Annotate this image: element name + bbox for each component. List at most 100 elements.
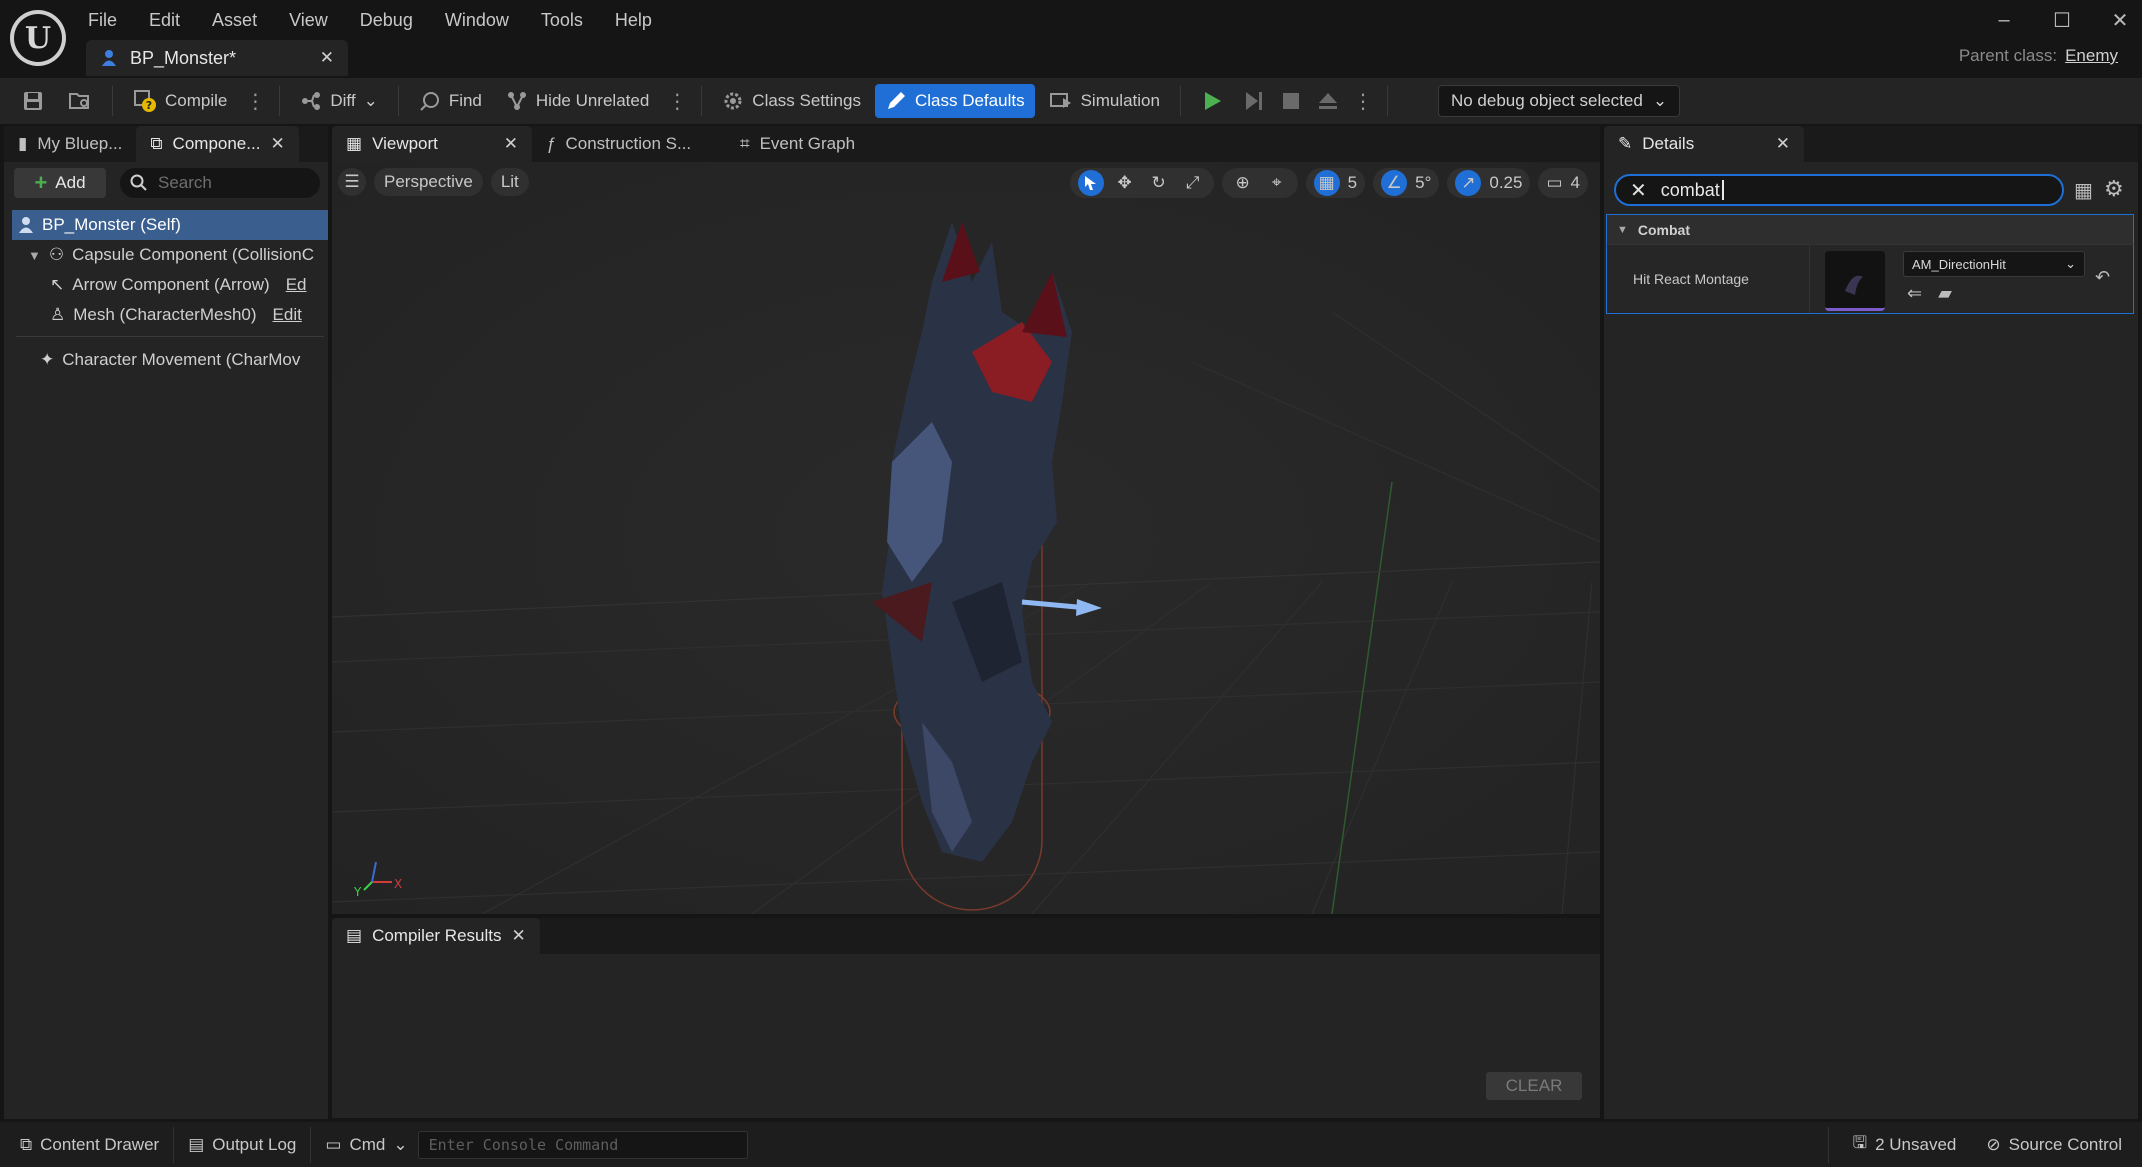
- compiler-close-icon[interactable]: ✕: [512, 926, 526, 946]
- menu-edit[interactable]: Edit: [133, 6, 196, 34]
- asset-picker-combo[interactable]: AM_DirectionHit ⌄: [1903, 251, 2085, 277]
- rotate-icon[interactable]: ↻: [1146, 170, 1172, 196]
- add-component-button[interactable]: + Add: [14, 168, 106, 198]
- viewport-close-icon[interactable]: ✕: [504, 134, 518, 154]
- hide-unrelated-button[interactable]: Hide Unrelated: [496, 84, 659, 118]
- document-tab-close-icon[interactable]: ✕: [320, 48, 334, 68]
- unreal-logo-icon[interactable]: U: [10, 10, 66, 66]
- components-search-input[interactable]: Search: [120, 168, 320, 198]
- tree-item-character-movement[interactable]: ✦ Character Movement (CharMov: [12, 345, 328, 375]
- diff-button[interactable]: Diff ⌄: [290, 84, 387, 118]
- document-tab[interactable]: BP_Monster* ✕: [86, 40, 348, 76]
- menu-window[interactable]: Window: [429, 6, 525, 34]
- find-button[interactable]: Find: [409, 84, 492, 118]
- save-button[interactable]: [12, 84, 54, 118]
- compile-button[interactable]: ? Compile: [123, 84, 237, 118]
- parent-class-link[interactable]: Enemy: [2065, 46, 2118, 66]
- viewport-menu-button[interactable]: ☰: [338, 168, 366, 196]
- maximize-icon[interactable]: ☐: [2050, 8, 2074, 32]
- console-command-input[interactable]: Enter Console Command: [417, 1130, 748, 1159]
- simulation-button[interactable]: Simulation: [1039, 84, 1170, 118]
- menu-view[interactable]: View: [273, 6, 344, 34]
- book-icon: ▮: [18, 134, 28, 153]
- edit-link[interactable]: Edit: [273, 305, 302, 325]
- toolbar: ? Compile ⋮ Diff ⌄ Find Hide Unrelated ⋮…: [0, 78, 2142, 124]
- camera-icon: ▭: [1546, 173, 1563, 192]
- edit-link[interactable]: Ed: [286, 275, 307, 295]
- details-search-input[interactable]: ✕ combat: [1614, 174, 2064, 206]
- unsaved-button[interactable]: 🖫 2 Unsaved: [1843, 1125, 1967, 1165]
- tab-details[interactable]: ✎ Details ✕: [1604, 126, 1804, 162]
- stop-icon: [1282, 93, 1299, 109]
- tab-components[interactable]: ⧉ Compone... ✕: [136, 126, 299, 162]
- chevron-down-icon: ⌄: [393, 1134, 408, 1154]
- asset-thumbnail[interactable]: [1825, 251, 1885, 311]
- close-window-icon[interactable]: ✕: [2108, 8, 2132, 32]
- class-defaults-button[interactable]: Class Defaults: [874, 84, 1035, 118]
- plus-icon: +: [34, 170, 48, 195]
- grid-snap-icon[interactable]: ▦: [1313, 170, 1340, 196]
- window-controls: – ☐ ✕: [1992, 8, 2132, 32]
- camera-speed[interactable]: ▭ 4: [1538, 168, 1588, 198]
- find-options-icon[interactable]: ⋮: [663, 89, 691, 114]
- rotation-snap[interactable]: ∠ 5°: [1373, 168, 1440, 198]
- step-button[interactable]: [1237, 84, 1271, 118]
- cmd-button[interactable]: ▭ Cmd ⌄: [315, 1125, 417, 1165]
- scale-icon[interactable]: ⤢: [1180, 170, 1206, 196]
- source-control-button[interactable]: ⊘ Source Control: [1976, 1125, 2132, 1165]
- surface-snap-icon[interactable]: ⌖: [1264, 170, 1290, 196]
- menu-debug[interactable]: Debug: [344, 6, 429, 34]
- settings-gear-icon[interactable]: ⚙: [2104, 176, 2124, 202]
- grid-snap[interactable]: ▦ 5: [1305, 168, 1366, 198]
- details-tabbar: ✎ Details ✕: [1604, 126, 2138, 162]
- tab-compiler-results[interactable]: ▤ Compiler Results ✕: [332, 918, 540, 954]
- viewport-icon: ▦: [346, 134, 363, 153]
- step-icon: [1245, 92, 1262, 110]
- browse-to-asset-icon[interactable]: ▰: [1938, 283, 1952, 304]
- world-space-icon[interactable]: ⊕: [1230, 170, 1256, 196]
- browse-asset-button[interactable]: [58, 84, 102, 118]
- menu-asset[interactable]: Asset: [196, 6, 273, 34]
- reset-to-default-icon[interactable]: ↶: [2095, 267, 2110, 288]
- translate-icon[interactable]: ✥: [1112, 170, 1138, 196]
- tree-item-mesh[interactable]: ♙ Mesh (CharacterMesh0) Edit: [12, 300, 328, 330]
- viewport[interactable]: X Y ☰ Perspective Lit ✥ ↻ ⤢ ⊕ ⌖ ▦ 5 ∠ 5°: [332, 162, 1600, 914]
- tree-item-arrow[interactable]: ↖ Arrow Component (Arrow) Ed: [12, 270, 328, 300]
- stop-button[interactable]: [1275, 84, 1307, 118]
- components-close-icon[interactable]: ✕: [270, 134, 284, 154]
- category-expand-icon[interactable]: ▼: [1617, 224, 1628, 236]
- tab-event-graph[interactable]: ⌗ Event Graph: [726, 126, 869, 162]
- details-close-icon[interactable]: ✕: [1776, 134, 1790, 154]
- lit-button[interactable]: Lit: [490, 168, 529, 196]
- output-log-button[interactable]: ▤ Output Log: [178, 1125, 306, 1165]
- collapse-arrow-icon[interactable]: ▼: [28, 248, 41, 263]
- property-divider[interactable]: [1809, 245, 1810, 313]
- tab-my-blueprint[interactable]: ▮ My Bluep...: [4, 126, 136, 162]
- play-options-icon[interactable]: ⋮: [1349, 89, 1377, 114]
- minimize-icon[interactable]: –: [1992, 8, 2016, 32]
- tree-item-capsule[interactable]: ▼ ⚇ Capsule Component (CollisionC: [12, 240, 328, 270]
- table-view-icon[interactable]: ▦: [2074, 178, 2093, 203]
- clear-search-icon[interactable]: ✕: [1630, 178, 1647, 203]
- tree-item-self[interactable]: BP_Monster (Self): [12, 210, 328, 240]
- scale-snap-icon[interactable]: ↗: [1455, 170, 1482, 196]
- compile-options-icon[interactable]: ⋮: [241, 89, 269, 114]
- eject-button[interactable]: [1311, 84, 1345, 118]
- menu-file[interactable]: File: [88, 6, 133, 34]
- play-button[interactable]: [1191, 84, 1233, 118]
- rotation-snap-value: 5°: [1415, 173, 1432, 192]
- category-combat[interactable]: ▼ Combat: [1606, 214, 2134, 244]
- menu-help[interactable]: Help: [599, 6, 668, 34]
- tab-construction-script[interactable]: ƒ Construction S...: [532, 126, 726, 162]
- select-mode-icon[interactable]: [1077, 170, 1104, 196]
- content-drawer-button[interactable]: ⧉ Content Drawer: [10, 1125, 169, 1165]
- debug-object-select[interactable]: No debug object selected ⌄: [1437, 85, 1681, 117]
- menu-tools[interactable]: Tools: [525, 6, 599, 34]
- tab-viewport[interactable]: ▦ Viewport ✕: [332, 126, 532, 162]
- clear-button[interactable]: CLEAR: [1486, 1072, 1582, 1100]
- use-selected-asset-icon[interactable]: ⇐: [1907, 283, 1922, 304]
- scale-snap[interactable]: ↗ 0.25: [1447, 168, 1531, 198]
- perspective-button[interactable]: Perspective: [374, 168, 483, 196]
- class-settings-button[interactable]: Class Settings: [712, 84, 871, 118]
- angle-snap-icon[interactable]: ∠: [1381, 170, 1408, 196]
